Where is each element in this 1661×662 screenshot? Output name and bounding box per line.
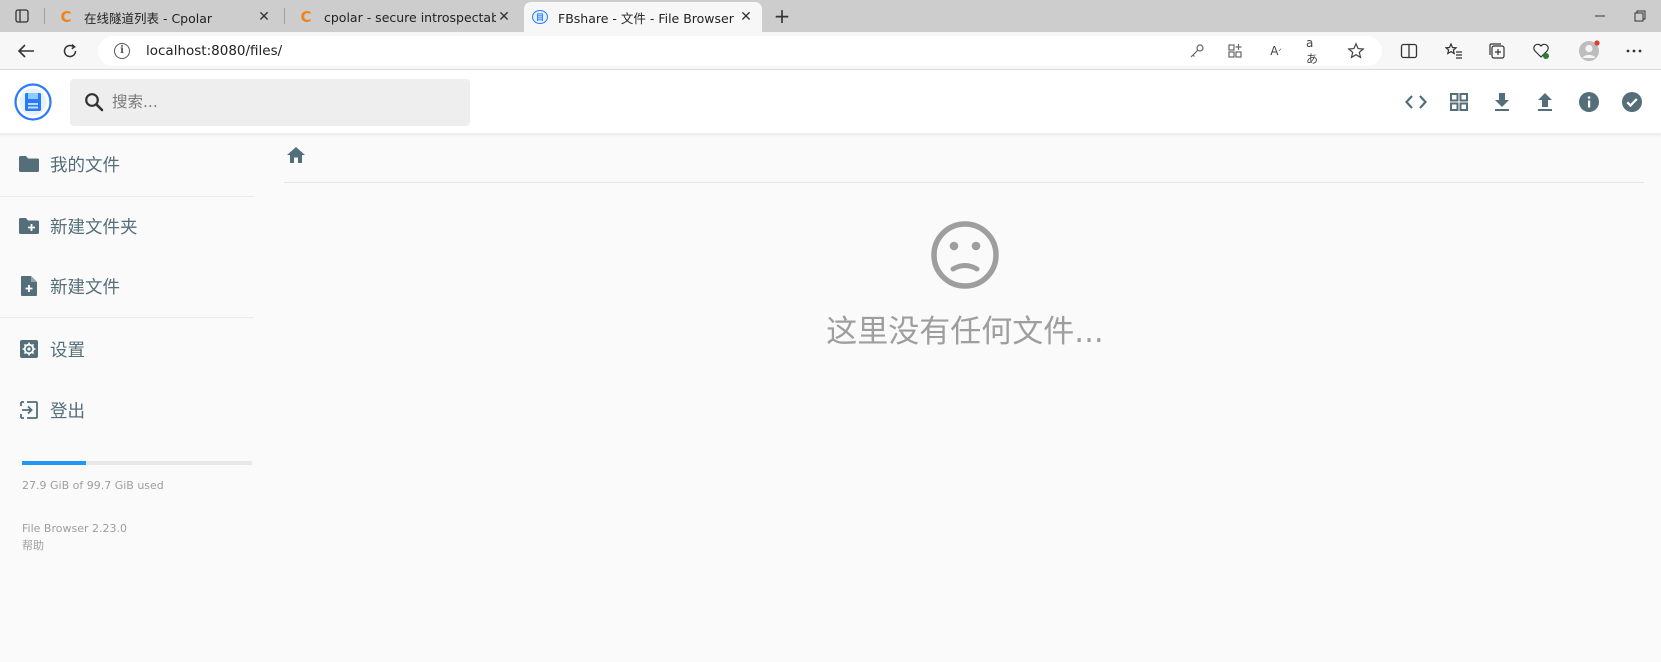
tab-separator [44,8,45,24]
sidebar-divider [0,317,254,318]
read-aloud-icon[interactable]: Aᐟ [1267,42,1285,60]
grid-view-icon[interactable] [1447,90,1471,114]
profile-avatar[interactable] [1578,40,1600,62]
storage-usage-text: 27.9 GiB of 99.7 GiB used [22,479,164,492]
sidebar-item-new-folder[interactable]: 新建文件夹 [0,204,254,248]
cpolar-icon: C [60,8,72,26]
cpolar-icon: C [300,8,312,26]
sidebar-item-logout[interactable]: 登出 [0,388,254,432]
sidebar-item-my-files[interactable]: 我的文件 [0,142,254,186]
back-icon[interactable] [13,39,39,63]
tab-actions-icon[interactable] [8,5,36,27]
search-icon [84,92,104,116]
favorites-icon[interactable] [1445,42,1463,60]
sad-face-icon [930,220,1000,290]
tab-title: 在线隧道列表 - Cpolar [84,10,213,26]
favorite-star-icon[interactable] [1347,42,1365,60]
breadcrumb-divider [284,182,1644,183]
split-screen-icon[interactable] [1400,42,1418,60]
browser-essentials-icon[interactable] [1532,42,1550,60]
code-view-icon[interactable] [1404,90,1428,114]
sidebar-item-new-file[interactable]: 新建文件 [0,264,254,308]
restore-icon[interactable] [1630,6,1650,26]
logout-icon [18,399,40,421]
upload-icon[interactable] [1533,90,1557,114]
filebrowser-icon: 目 [532,10,548,24]
browser-tab-filebrowser[interactable]: 目 FBshare - 文件 - File Browser ✕ [524,2,762,32]
translate-icon[interactable]: aあ [1306,36,1324,66]
reload-icon[interactable] [57,39,83,63]
browser-tab-cpolar-list[interactable]: C 在线隧道列表 - Cpolar ✕ [50,2,280,32]
browser-tab-bar: C 在线隧道列表 - Cpolar ✕ C cpolar - secure in… [0,0,1661,32]
app-header [0,70,1661,134]
browser-toolbar: i localhost:8080/files/ Aᐟ aあ [0,32,1661,70]
sidebar-item-label: 设置 [50,340,85,361]
create-folder-icon [18,215,40,237]
tab-title: FBshare - 文件 - File Browser [558,10,734,26]
close-tab-icon[interactable]: ✕ [496,9,512,25]
info-icon[interactable] [1577,90,1601,114]
tab-title: cpolar - secure introspectable tunnels [324,9,496,25]
storage-usage-fill [22,461,87,465]
more-options-icon[interactable] [1625,42,1643,60]
sidebar-item-settings[interactable]: 设置 [0,327,254,371]
new-tab-button[interactable]: + [770,4,794,28]
collections-icon[interactable] [1488,42,1506,60]
address-url[interactable]: localhost:8080/files/ [146,43,282,59]
close-tab-icon[interactable]: ✕ [256,9,272,25]
sidebar-item-label: 新建文件 [50,277,120,298]
settings-icon [18,338,40,360]
close-tab-icon[interactable]: ✕ [738,9,754,25]
empty-state-message: 这里没有任何文件... [826,314,1104,350]
download-icon[interactable] [1490,90,1514,114]
help-link[interactable]: 帮助 [22,537,127,554]
sidebar-divider [0,196,254,197]
site-info-icon[interactable]: i [114,43,130,59]
sidebar-item-label: 登出 [50,401,85,422]
search-input[interactable] [112,89,452,115]
apps-icon[interactable] [1226,42,1244,60]
minimize-icon[interactable] [1590,6,1610,26]
folder-icon [18,153,40,175]
breadcrumb-home-icon[interactable] [286,146,306,166]
app-version: File Browser 2.23.0 [22,522,127,535]
select-all-icon[interactable] [1620,90,1644,114]
search-box[interactable] [70,79,470,126]
sidebar-item-label: 新建文件夹 [50,217,138,238]
browser-tab-cpolar-home[interactable]: C cpolar - secure introspectable tunnels… [290,2,520,32]
tab-separator [284,8,285,24]
filebrowser-logo-icon[interactable] [14,83,52,121]
storage-usage-bar [22,461,252,465]
sidebar-item-label: 我的文件 [50,155,120,176]
key-icon[interactable] [1188,42,1206,60]
version-info: File Browser 2.23.0 帮助 [22,520,127,554]
create-file-icon [18,275,40,297]
